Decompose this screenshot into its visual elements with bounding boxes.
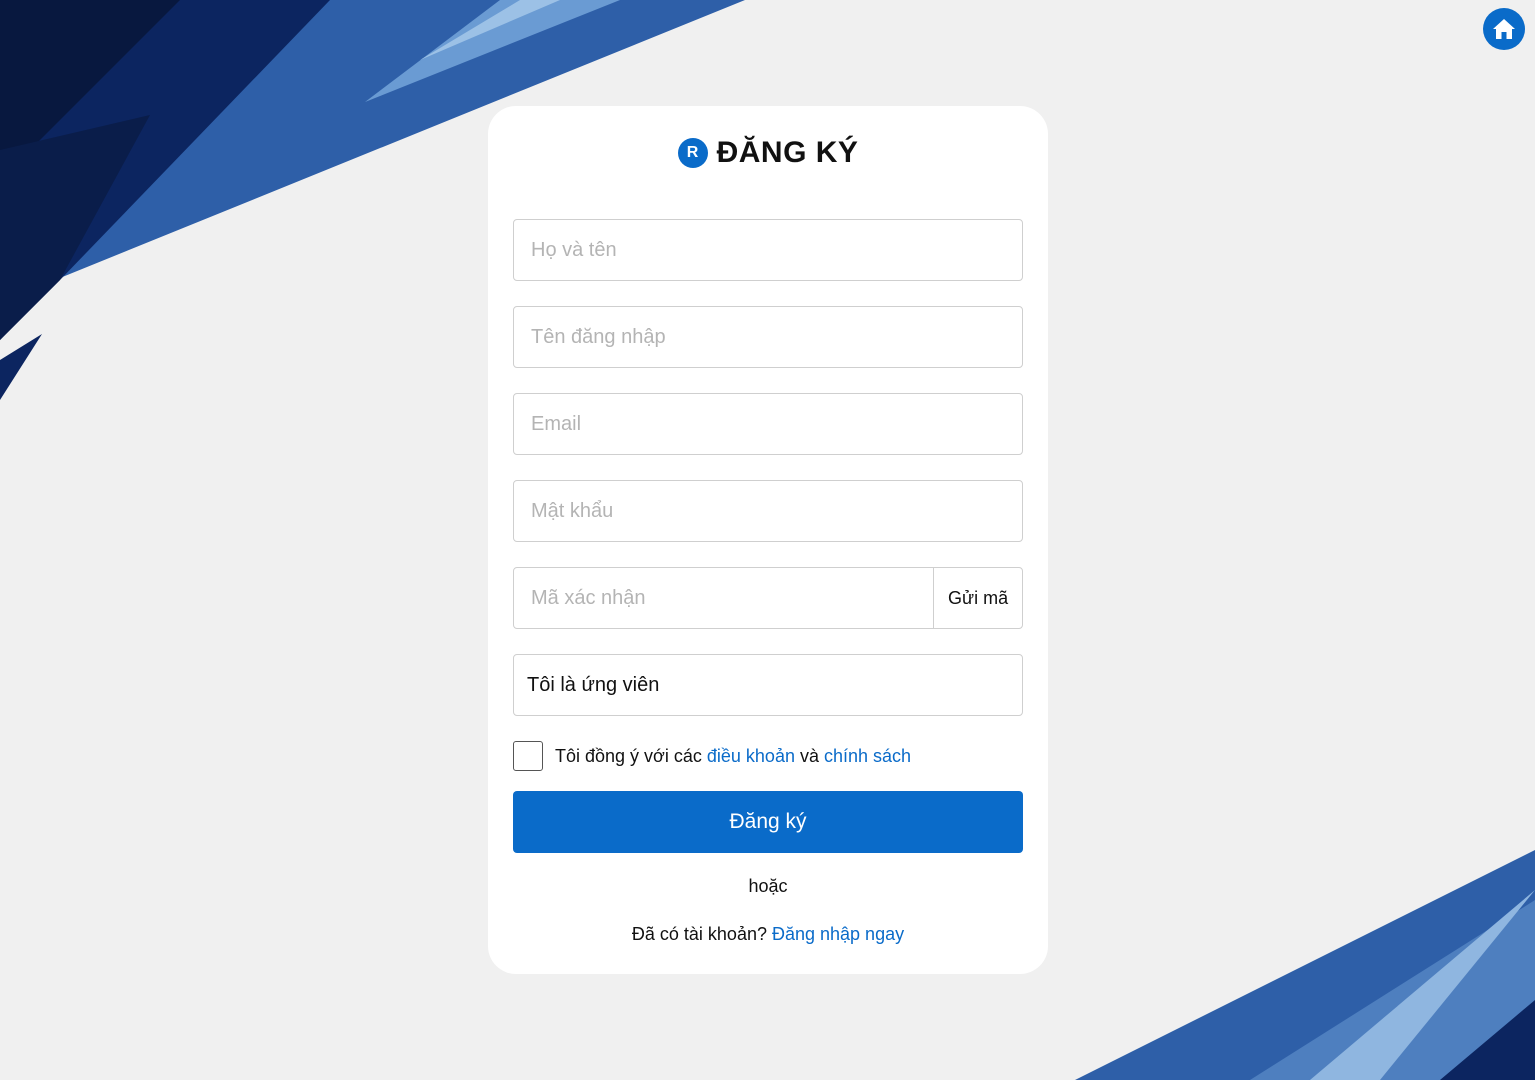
send-code-button[interactable]: Gửi mã — [933, 568, 1022, 628]
full-name-input[interactable] — [514, 220, 1022, 280]
agree-prefix-text: Tôi đồng ý với các — [555, 745, 702, 766]
have-account-text: Đã có tài khoản? — [631, 924, 772, 944]
terms-agreement: Tôi đồng ý với các điều khoản và chính s… — [513, 741, 911, 771]
full-name-field[interactable] — [513, 219, 1023, 281]
home-button[interactable] — [1483, 8, 1525, 50]
username-input[interactable] — [514, 307, 1022, 367]
register-card: R ĐĂNG KÝ Gửi mã Tôi là ứng viên Tôi đồn… — [488, 106, 1048, 974]
page-title: ĐĂNG KÝ — [716, 136, 859, 169]
terms-link[interactable]: điều khoản — [707, 746, 795, 767]
logo-icon: R — [677, 138, 708, 168]
home-icon — [1493, 19, 1515, 39]
agree-checkbox[interactable] — [513, 741, 543, 771]
role-select[interactable]: Tôi là ứng viên — [513, 654, 1023, 716]
register-button[interactable]: Đăng ký — [513, 791, 1023, 853]
verification-code-field[interactable]: Gửi mã — [513, 567, 1023, 629]
policy-link[interactable]: chính sách — [824, 746, 911, 767]
password-input[interactable] — [514, 481, 1022, 541]
email-field[interactable] — [513, 393, 1023, 455]
username-field[interactable] — [513, 306, 1023, 368]
login-prompt: Đã có tài khoản? Đăng nhập ngay — [488, 924, 1048, 945]
form-header: R ĐĂNG KÝ — [488, 136, 1048, 170]
verification-code-input[interactable] — [514, 568, 934, 628]
password-field[interactable] — [513, 480, 1023, 542]
login-link[interactable]: Đăng nhập ngay — [772, 924, 904, 944]
agree-and-text: và — [799, 745, 819, 766]
or-separator: hoặc — [748, 876, 788, 896]
email-input[interactable] — [514, 394, 1022, 454]
